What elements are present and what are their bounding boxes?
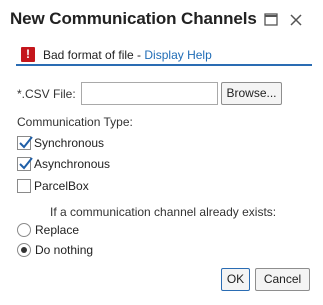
new-communication-channels-dialog: New Communication Channels ! Bad format … <box>0 0 323 305</box>
checkmark-icon <box>19 136 33 149</box>
message-text-wrapper: Bad format of file - Display Help <box>43 48 212 62</box>
close-icon[interactable] <box>287 11 305 29</box>
channel-exists-label: If a communication channel already exist… <box>50 205 277 219</box>
cancel-button[interactable]: Cancel <box>255 268 310 291</box>
csv-file-input[interactable] <box>81 82 218 105</box>
csv-file-label: *.CSV File: <box>17 87 76 101</box>
checkbox-box[interactable] <box>17 157 33 171</box>
checkbox-box[interactable] <box>17 179 31 193</box>
maximize-icon[interactable] <box>262 11 280 29</box>
radio-circle[interactable] <box>17 243 31 257</box>
ok-button[interactable]: OK <box>221 268 250 291</box>
message-bar: ! Bad format of file - Display Help <box>16 44 312 66</box>
dialog-titlebar: New Communication Channels <box>0 0 323 40</box>
checkbox-box[interactable] <box>17 136 33 150</box>
checkmark-icon <box>19 157 33 170</box>
radio-selected-dot <box>21 247 27 253</box>
message-text: Bad format of file <box>43 48 134 62</box>
message-separator: - <box>133 48 145 62</box>
parcelbox-label: ParcelBox <box>34 179 89 193</box>
do-nothing-label: Do nothing <box>35 243 94 257</box>
synchronous-label: Synchronous <box>34 136 105 150</box>
radio-circle[interactable] <box>17 223 31 237</box>
error-icon: ! <box>21 47 35 62</box>
asynchronous-label: Asynchronous <box>34 157 111 171</box>
browse-button[interactable]: Browse... <box>221 82 282 105</box>
replace-label: Replace <box>35 223 80 237</box>
dialog-title: New Communication Channels <box>10 9 257 28</box>
display-help-link[interactable]: Display Help <box>144 48 211 62</box>
communication-type-label: Communication Type: <box>17 115 133 129</box>
